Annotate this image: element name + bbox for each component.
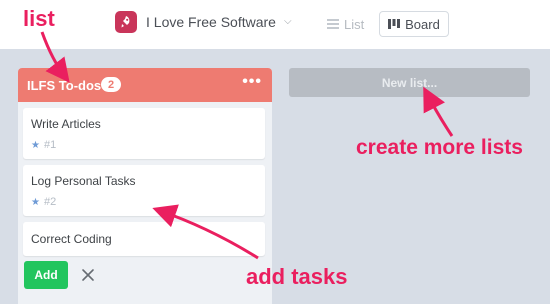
card-id: #2	[43, 196, 57, 208]
board-title[interactable]: I Love Free Software	[146, 14, 276, 30]
annotation-create-lists: create more lists	[356, 136, 523, 159]
task-card[interactable]: Log Personal Tasks ★ #2	[23, 165, 265, 216]
card-title: Log Personal Tasks	[31, 174, 136, 188]
view-board-label: Board	[405, 16, 440, 32]
chevron-down-icon[interactable]: ⌵	[284, 16, 292, 27]
star-icon: ★	[31, 196, 40, 208]
card-id: #1	[43, 139, 57, 151]
card-meta: ★ #1	[31, 139, 56, 151]
new-list-button[interactable]: New list...	[289, 68, 530, 97]
todo-list: ILFS To-dos 2 ••• Write Articles ★ #1 Lo…	[18, 68, 272, 304]
star-icon: ★	[31, 139, 40, 151]
top-bar: I Love Free Software ⌵ List Board	[0, 0, 550, 49]
card-meta: ★ #2	[31, 196, 56, 208]
more-options-icon[interactable]: •••	[242, 73, 262, 91]
new-task-text: Correct Coding	[31, 232, 112, 246]
annotation-add-tasks: add tasks	[246, 264, 348, 289]
list-header[interactable]: ILFS To-dos 2 •••	[18, 68, 272, 102]
board-icon	[388, 19, 401, 29]
task-card[interactable]: Write Articles ★ #1	[23, 108, 265, 159]
view-board-button[interactable]: Board	[379, 11, 449, 37]
close-icon[interactable]	[78, 261, 98, 289]
add-task-button[interactable]: Add	[24, 261, 68, 289]
list-icon	[327, 19, 339, 29]
view-list-button[interactable]: List	[327, 13, 364, 35]
annotation-list: list	[23, 6, 55, 31]
new-task-input[interactable]: Correct Coding	[23, 222, 265, 256]
view-list-label: List	[344, 16, 365, 32]
card-count-badge: 2	[101, 77, 121, 92]
card-title: Write Articles	[31, 117, 101, 131]
list-title[interactable]: ILFS To-dos	[27, 78, 101, 93]
rocket-icon[interactable]	[115, 11, 137, 33]
